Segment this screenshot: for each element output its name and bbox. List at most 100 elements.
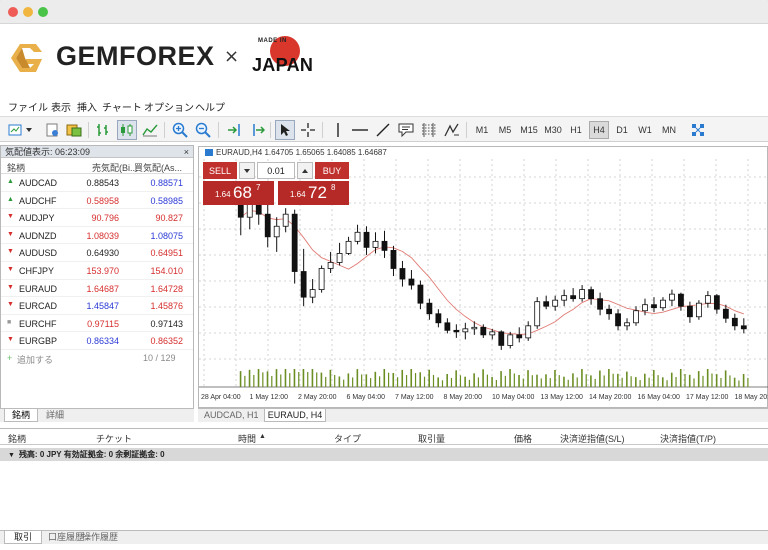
menu-insert[interactable]: 挿入	[77, 99, 97, 114]
tab-details[interactable]: 詳細	[46, 409, 64, 421]
lot-decrease-button[interactable]	[239, 162, 255, 179]
candle-body	[327, 262, 334, 269]
lot-increase-button[interactable]	[297, 162, 313, 179]
bar-chart-icon[interactable]	[94, 120, 114, 140]
new-chart-icon[interactable]	[6, 120, 26, 140]
close-window-button[interactable]	[8, 7, 18, 17]
zoom-out-icon[interactable]	[193, 120, 213, 140]
tab-trade[interactable]: 取引	[4, 531, 42, 544]
sell-price[interactable]: 1.64 68 7	[203, 181, 274, 205]
minimize-window-button[interactable]	[23, 7, 33, 17]
horizontal-line-icon[interactable]	[350, 120, 370, 140]
market-watch-row[interactable]: ▼ AUDNZD 1.08039 1.08075	[1, 227, 193, 245]
market-watch-row[interactable]: ■ EURCHF 0.97115 0.97143	[1, 315, 193, 333]
candlestick-chart-icon[interactable]	[117, 120, 137, 140]
market-watch-icon[interactable]	[64, 120, 84, 140]
column-price[interactable]: 価格	[514, 432, 532, 445]
one-click-trading-panel: SELL 0.01 BUY 1.64 68 7 1.64 72 8	[203, 162, 349, 206]
sell-button[interactable]: SELL	[203, 162, 237, 179]
market-watch-row[interactable]: ▼ EURAUD 1.64687 1.64728	[1, 280, 193, 298]
timeframe-m1[interactable]: M1	[472, 121, 492, 139]
volume-bar	[626, 371, 628, 387]
market-watch-row[interactable]: ▲ AUDCHF 0.58958 0.58985	[1, 192, 193, 210]
zoom-in-icon[interactable]	[170, 120, 190, 140]
candle-body	[498, 331, 505, 346]
volume-bar	[670, 372, 673, 387]
tab-euraud-h4[interactable]: EURAUD, H4	[264, 409, 326, 422]
tile-windows-icon[interactable]	[688, 120, 708, 140]
auto-scroll-icon[interactable]	[247, 120, 267, 140]
tab-account-history[interactable]: 口座履歴	[48, 531, 84, 544]
sell-price-pips: 68	[233, 183, 252, 202]
timeframe-m15[interactable]: M15	[518, 121, 540, 139]
market-watch-row[interactable]: ▼ CHFJPY 153.970 154.010	[1, 262, 193, 280]
volume-bar	[599, 370, 601, 387]
expand-icon[interactable]: ▼	[8, 452, 15, 459]
shapes-icon[interactable]	[442, 120, 462, 140]
column-tp[interactable]: 決済指値(T/P)	[660, 432, 716, 445]
row-bid: 0.88543	[86, 178, 119, 188]
market-watch-rows: ▲ AUDCAD 0.88543 0.88571 ▲ AUDCHF 0.58958 0.589…	[1, 174, 193, 350]
column-ask[interactable]: 買気配(As...	[134, 161, 182, 174]
candle-body	[651, 304, 657, 309]
text-label-icon[interactable]	[396, 120, 416, 140]
dropdown-arrow-icon[interactable]	[24, 120, 34, 140]
add-symbol-row[interactable]: + 追加する 10 / 129	[1, 350, 193, 366]
candle-body	[471, 326, 478, 330]
lot-size-input[interactable]: 0.01	[257, 162, 295, 179]
market-watch-row[interactable]: ▲ AUDCAD 0.88543 0.88571	[1, 174, 193, 192]
timeframe-h1[interactable]: H1	[566, 121, 586, 139]
volume-bar	[262, 372, 264, 387]
menu-file[interactable]: ファイル	[8, 99, 48, 114]
menu-view[interactable]: 表示	[51, 99, 71, 114]
column-sl[interactable]: 決済逆指値(S/L)	[560, 432, 625, 445]
menu-help[interactable]: ヘルプ	[195, 99, 225, 114]
column-volume[interactable]: 取引量	[418, 432, 445, 445]
column-type[interactable]: タイプ	[334, 432, 361, 445]
volume-bar	[635, 377, 637, 387]
menu-options[interactable]: オプション	[144, 99, 194, 114]
fibonacci-icon[interactable]	[419, 120, 439, 140]
timeframe-m5[interactable]: M5	[495, 121, 515, 139]
volume-bar	[679, 369, 682, 387]
row-symbol: AUDNZD	[19, 230, 57, 241]
volume-bar	[639, 380, 641, 387]
trendline-icon[interactable]	[373, 120, 393, 140]
profiles-icon[interactable]	[42, 120, 62, 140]
buy-button[interactable]: BUY	[315, 162, 349, 179]
timeframe-m30[interactable]: M30	[542, 121, 564, 139]
candle-body	[336, 253, 343, 263]
chart-shift-icon[interactable]	[224, 120, 244, 140]
zoom-window-button[interactable]	[38, 7, 48, 17]
column-time[interactable]: 時間	[238, 432, 256, 445]
add-symbol-label[interactable]: 追加する	[17, 353, 53, 366]
column-bid[interactable]: 売気配(Bi...	[92, 161, 138, 174]
timeframe-mn[interactable]: MN	[658, 121, 680, 139]
menu-chart[interactable]: チャート	[102, 99, 142, 114]
vertical-line-icon[interactable]	[328, 120, 348, 140]
crosshair-icon[interactable]	[298, 120, 318, 140]
tab-symbols[interactable]: 銘柄	[4, 409, 38, 422]
volume-bar	[325, 376, 327, 387]
column-ticket[interactable]: チケット	[96, 432, 132, 445]
timeframe-w1[interactable]: W1	[635, 121, 655, 139]
volume-bar	[257, 369, 260, 387]
buy-price[interactable]: 1.64 72 8	[278, 181, 349, 205]
market-watch-row[interactable]: ▼ EURCAD 1.45847 1.45876	[1, 297, 193, 315]
line-chart-icon[interactable]	[140, 120, 160, 140]
timeframe-d1[interactable]: D1	[612, 121, 632, 139]
market-watch-row[interactable]: ▼ AUDJPY 90.796 90.827	[1, 209, 193, 227]
timeframe-h4[interactable]: H4	[589, 121, 609, 139]
column-term-symbol[interactable]: 銘柄	[8, 432, 26, 445]
market-watch-row[interactable]: ▼ AUDUSD 0.64930 0.64951	[1, 244, 193, 262]
market-watch-row[interactable]: ▼ EURGBP 0.86334 0.86352	[1, 332, 193, 350]
close-panel-icon[interactable]: ×	[184, 146, 189, 158]
tab-audcad-h1[interactable]: AUDCAD, H1	[204, 409, 259, 421]
volume-bar	[284, 369, 287, 387]
tab-operation-history[interactable]: 操作履歴	[82, 531, 118, 544]
cursor-icon[interactable]	[275, 120, 295, 140]
terminal-tabs: 取引 口座履歴 操作履歴	[0, 530, 768, 544]
volume-bar	[374, 371, 377, 387]
column-symbol[interactable]: 銘柄	[7, 161, 25, 174]
volume-bar	[742, 374, 745, 387]
